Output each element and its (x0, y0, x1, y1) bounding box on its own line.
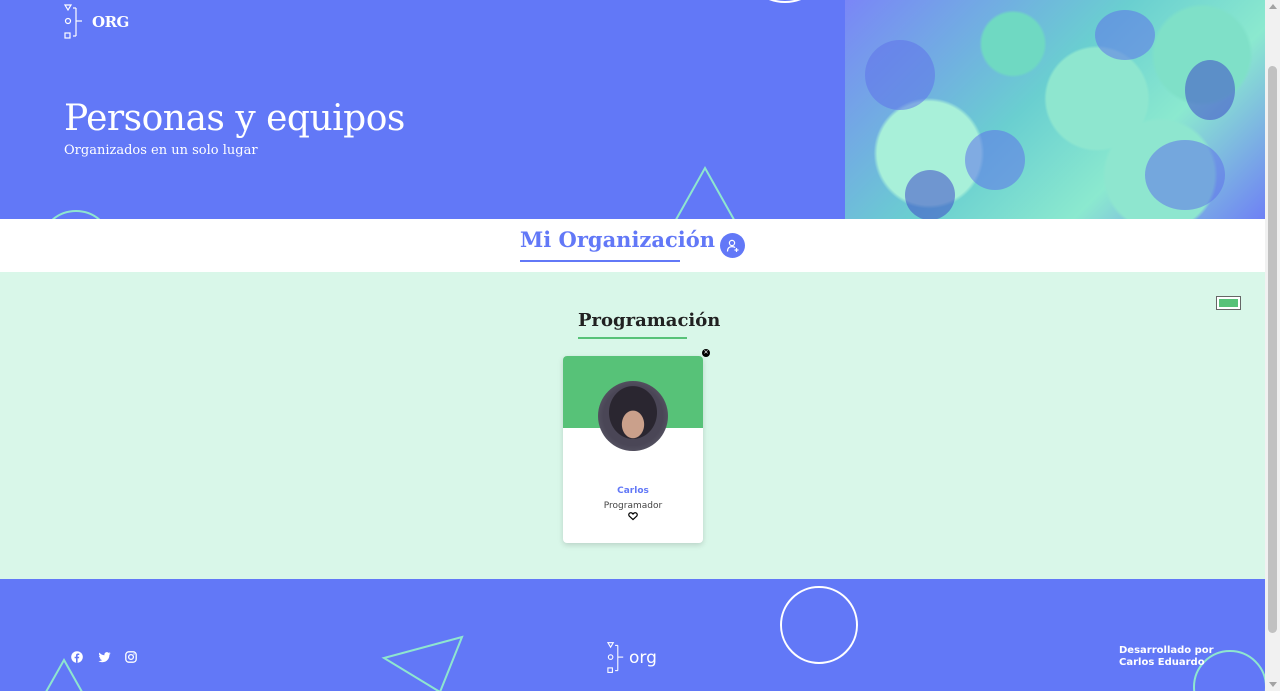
avatar (598, 381, 668, 451)
page-subtitle: Organizados en un solo lugar (64, 143, 258, 158)
user-plus-icon (726, 239, 738, 252)
team-title: Programación (578, 310, 720, 339)
team-section: Programación ✕ Carlos Programador (0, 272, 1265, 579)
triangle-decoration (381, 635, 464, 691)
add-member-button[interactable] (720, 233, 745, 258)
twitter-icon (97, 651, 111, 662)
member-card: ✕ Carlos Programador (563, 349, 710, 543)
member-role: Programador (603, 501, 663, 511)
footer-logo-text: org (629, 648, 657, 668)
circle-decoration (768, 0, 802, 3)
org-logo[interactable]: ORG (64, 4, 129, 40)
footer: org Desarrollado por Carlos Eduardo (0, 579, 1265, 691)
organization-bar: Mi Organización (0, 219, 1265, 272)
member-name: Carlos (617, 486, 649, 496)
scrollbar-thumb[interactable] (1268, 66, 1277, 633)
circle-decoration (51, 210, 101, 219)
color-swatch (1219, 299, 1238, 307)
triangle-decoration (675, 165, 735, 219)
team-hands-photo (845, 0, 1265, 219)
org-logo-icon (607, 642, 624, 673)
facebook-link[interactable] (70, 650, 84, 664)
logo-text: ORG (92, 13, 129, 31)
scroll-down-arrow-icon[interactable] (1269, 682, 1277, 687)
org-logo-icon (64, 4, 82, 39)
circle-decoration (780, 586, 858, 664)
instagram-link[interactable] (124, 650, 138, 664)
twitter-link[interactable] (97, 650, 111, 664)
page-title: Personas y equipos (64, 98, 405, 139)
scroll-up-arrow-icon[interactable] (1269, 4, 1277, 9)
credit-line: Desarrollado por (1119, 645, 1214, 656)
header-banner: ORG Personas y equipos Organizados en un… (0, 0, 1265, 219)
heart-icon[interactable] (628, 511, 638, 521)
delete-member-button[interactable]: ✕ (702, 349, 710, 357)
instagram-icon (125, 651, 137, 663)
team-color-picker[interactable] (1216, 296, 1241, 310)
developer-credit: Desarrollado por Carlos Eduardo (1119, 645, 1219, 669)
organization-title: Mi Organización (520, 227, 715, 262)
credit-author: Carlos Eduardo (1119, 657, 1205, 668)
footer-org-logo[interactable]: org (607, 641, 657, 675)
page-scrollbar[interactable] (1265, 0, 1280, 691)
facebook-icon (71, 651, 83, 663)
